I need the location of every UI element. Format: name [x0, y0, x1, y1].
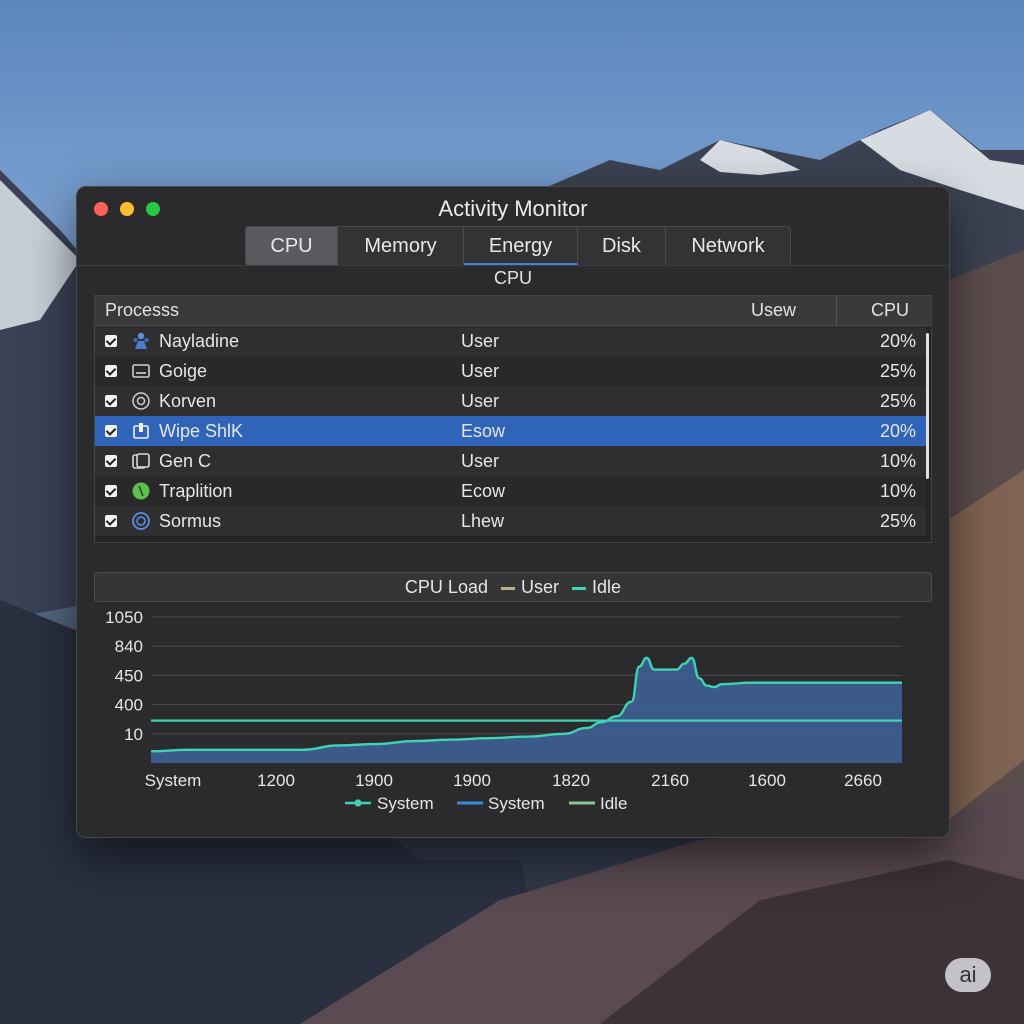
copy-icon: [132, 453, 150, 469]
process-name: Gen C: [159, 451, 212, 471]
x-tick-label: System: [145, 771, 202, 790]
window-icon: [132, 364, 150, 378]
process-cpu: 25%: [879, 361, 916, 381]
process-cpu: 20%: [879, 421, 916, 441]
y-tick-label: 450: [115, 666, 143, 685]
table-row[interactable]: Traplition Ecow 10%: [95, 476, 926, 506]
x-tick-label: 1900: [453, 771, 491, 790]
tab-memory[interactable]: Memory: [338, 227, 464, 265]
x-tick-label: 1600: [748, 771, 786, 790]
chart-legend-top: CPU Load User Idle: [94, 572, 932, 602]
process-cpu: 10%: [879, 451, 916, 471]
process-cpu: 25%: [879, 391, 916, 411]
table-header: Processs Usew CPU: [95, 296, 931, 326]
tab-network[interactable]: Network: [666, 227, 790, 265]
process-user: Lhew: [461, 511, 505, 531]
tab-bar: CPU Memory Energy Disk Network: [245, 226, 791, 266]
chart-legend-bottom: System System Idle: [345, 794, 627, 813]
legend-bottom-system-2: System: [488, 794, 545, 813]
toolbar-divider: [77, 265, 949, 266]
row-checkbox[interactable]: [105, 365, 117, 377]
process-name: Traplition: [159, 481, 233, 501]
section-title: CPU: [493, 268, 532, 288]
table-row[interactable]: Gen C User 10%: [95, 446, 926, 476]
legend-user-swatch: [501, 586, 515, 590]
process-cpu: 25%: [879, 511, 916, 531]
people-icon: [133, 332, 149, 349]
ring-icon: [132, 512, 150, 530]
gear-icon: [132, 392, 150, 410]
x-tick-label: 1900: [355, 771, 393, 790]
row-checkbox[interactable]: [105, 425, 117, 437]
process-user: Ecow: [461, 481, 506, 501]
window-title: Activity Monitor: [438, 196, 588, 221]
y-tick-label: 400: [115, 696, 143, 715]
process-name: Nayladine: [159, 331, 240, 351]
green-circle-icon: [132, 482, 150, 500]
y-tick-label: 1050: [105, 608, 143, 627]
table-scrollbar[interactable]: [926, 333, 929, 479]
row-checkbox[interactable]: [105, 515, 117, 527]
row-checkbox[interactable]: [105, 395, 117, 407]
column-header-process[interactable]: Processs: [105, 300, 179, 321]
x-tick-label: 1200: [257, 771, 295, 790]
y-tick-label: 840: [115, 637, 143, 656]
tab-energy[interactable]: Energy: [464, 227, 578, 265]
column-header-user[interactable]: Usew: [751, 300, 796, 321]
process-user: Esow: [461, 421, 506, 441]
process-cpu: 20%: [879, 331, 916, 351]
process-user: User: [461, 361, 500, 381]
table-row[interactable]: Korven User 25%: [95, 386, 926, 416]
row-checkbox[interactable]: [105, 455, 117, 467]
process-name: Wipe ShlK: [159, 421, 244, 441]
legend-system-dot: [354, 799, 362, 807]
legend-idle: Idle: [592, 577, 622, 597]
table-row-selected[interactable]: Wipe ShlK Esow 20%: [95, 416, 926, 446]
x-tick-label: 2660: [844, 771, 882, 790]
legend-bottom-idle: Idle: [600, 794, 627, 813]
tab-cpu[interactable]: CPU: [246, 227, 338, 265]
process-name: Korven: [159, 391, 217, 411]
activity-monitor-window: Activity Monitor CPU Memory Energy Disk …: [76, 186, 950, 838]
ai-badge: ai: [945, 958, 991, 992]
x-tick-label: 1820: [552, 771, 590, 790]
process-name: Sormus: [159, 511, 222, 531]
column-header-cpu[interactable]: CPU: [871, 300, 909, 321]
system-area: [151, 657, 902, 763]
column-divider[interactable]: [836, 296, 837, 325]
row-checkbox[interactable]: [105, 485, 117, 497]
legend-user: User: [521, 577, 560, 597]
x-tick-label: 2160: [651, 771, 689, 790]
legend-bottom-system-1: System: [377, 794, 434, 813]
table-row[interactable]: Nayladine User 20%: [95, 326, 926, 356]
process-user: User: [461, 451, 500, 471]
table-row[interactable]: Sormus Lhew 25%: [95, 506, 926, 536]
app-icon: [133, 423, 149, 439]
legend-cpu-load: CPU Load: [404, 577, 488, 597]
process-cpu: 10%: [879, 481, 916, 501]
tab-disk[interactable]: Disk: [578, 227, 666, 265]
process-table: Processs Usew CPU Nayladine User 20% Goi…: [94, 295, 932, 543]
y-tick-label: 10: [124, 725, 143, 744]
process-user: User: [461, 331, 500, 351]
process-user: User: [461, 391, 500, 411]
table-row[interactable]: Goige User 25%: [95, 356, 926, 386]
row-checkbox[interactable]: [105, 335, 117, 347]
cpu-load-chart: 1050 840 450 400 10 System 1200 1900 1900 1820 21…: [105, 608, 902, 813]
process-name: Goige: [159, 361, 208, 381]
legend-idle-swatch: [572, 586, 587, 590]
